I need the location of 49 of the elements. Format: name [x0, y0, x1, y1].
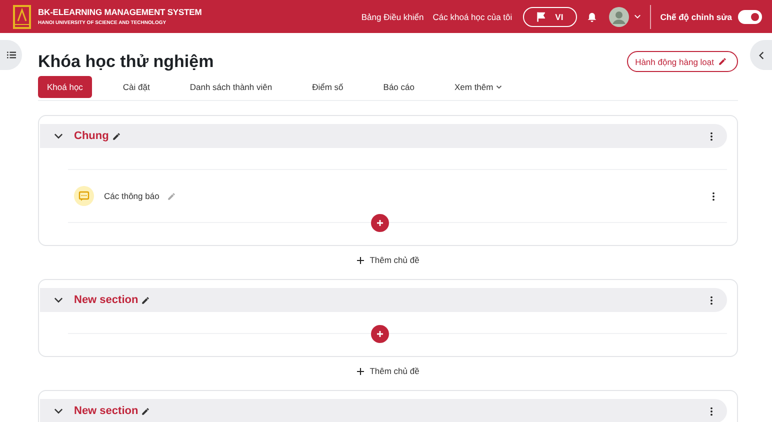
add-activity-button[interactable]	[370, 325, 388, 343]
tab[interactable]: Khoá học	[38, 76, 92, 98]
caret-icon	[496, 85, 502, 89]
tab[interactable]: Xem thêm	[445, 76, 512, 98]
user-menu[interactable]	[609, 6, 642, 26]
kebab-menu-icon[interactable]	[710, 296, 713, 304]
pencil-icon	[718, 57, 727, 66]
kebab-menu-icon[interactable]	[712, 192, 715, 200]
drawer-toggle[interactable]	[750, 40, 772, 70]
caret-icon	[634, 14, 642, 19]
add-activity-button[interactable]	[370, 214, 388, 232]
bulk-actions-button[interactable]: Hành động hàng loạt	[627, 51, 738, 72]
pencil-icon[interactable]	[112, 132, 121, 140]
avatar-icon	[609, 6, 630, 26]
chevron-down-icon[interactable]	[54, 297, 63, 303]
add-topic-link[interactable]: Thêm chủ đề	[356, 255, 420, 265]
plus-icon	[356, 256, 364, 264]
add-topic-link[interactable]: Thêm chủ đề	[356, 366, 420, 376]
plus-icon	[356, 368, 364, 374]
tab[interactable]: Danh sách thành viên	[180, 76, 282, 98]
tab[interactable]: Báo cáo	[374, 76, 424, 98]
chevron-down-icon[interactable]	[54, 408, 63, 414]
nav-link[interactable]: Các khoá học của tôi	[432, 12, 512, 22]
edit-mode-label: Chế độ chỉnh sửa	[660, 12, 732, 22]
pencil-icon[interactable]	[141, 296, 150, 304]
language-button[interactable]: VI	[523, 6, 578, 26]
section-title[interactable]: Chung	[74, 130, 109, 142]
nav-link[interactable]: Bảng Điều khiển	[361, 12, 424, 22]
bell-icon[interactable]	[587, 12, 598, 22]
course-title: Khóa học thử nghiệm	[38, 52, 214, 72]
kebab-menu-icon[interactable]	[710, 406, 713, 416]
tab[interactable]: Điểm số	[303, 76, 352, 98]
pencil-icon[interactable]	[141, 406, 150, 416]
chevron-down-icon[interactable]	[54, 133, 63, 139]
list-icon	[6, 51, 16, 59]
flag-icon	[537, 12, 546, 22]
chat-bubble-icon	[74, 186, 94, 206]
section-title[interactable]: New section	[74, 294, 138, 306]
drawer-toggle[interactable]	[0, 40, 22, 70]
kebab-menu-icon[interactable]	[710, 132, 713, 140]
activity-link[interactable]: Các thông báo	[104, 191, 160, 201]
tab[interactable]: Cài đặt	[114, 76, 159, 98]
plus-icon	[376, 330, 384, 338]
edit-mode-toggle[interactable]	[738, 10, 762, 24]
chevron-left-icon	[758, 50, 764, 60]
section-title[interactable]: New section	[74, 405, 138, 417]
logo-icon	[13, 4, 31, 28]
brand-title: BK-ELEARNING MANAGEMENT SYSTEM	[38, 7, 202, 17]
plus-icon	[376, 219, 384, 227]
